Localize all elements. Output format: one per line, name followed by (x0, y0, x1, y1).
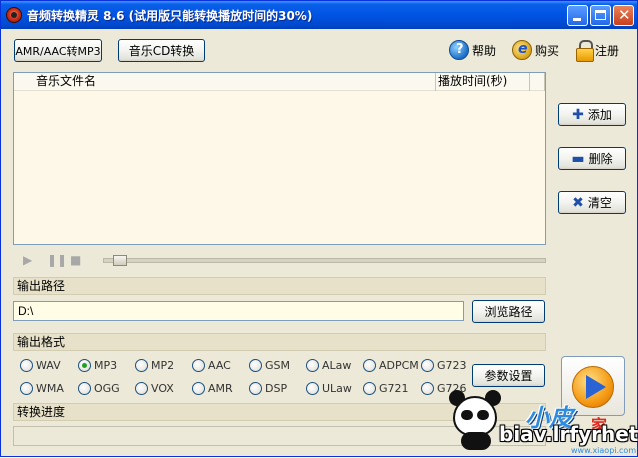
format-radio-wav[interactable]: WAV (20, 357, 61, 373)
format-radio-alaw[interactable]: ALaw (306, 357, 351, 373)
window-title: 音频转换精灵 8.6 (试用版只能转换播放时间的30%) (27, 9, 313, 23)
radio-circle (249, 358, 262, 372)
clear-button[interactable]: ✖ 清空 (558, 191, 626, 214)
radio-circle (20, 381, 33, 395)
radio-circle (192, 381, 205, 395)
output-path-field[interactable] (13, 301, 464, 321)
radio-circle (249, 381, 262, 395)
format-label: VOX (151, 381, 174, 395)
cd-convert-button[interactable]: 音乐CD转换 (118, 39, 205, 62)
output-path-header: 输出路径 (13, 277, 546, 295)
format-label: G721 (379, 381, 409, 395)
add-button[interactable]: ✚ 添加 (558, 103, 626, 126)
column-header-duration[interactable]: 播放时间(秒) (436, 73, 530, 91)
column-header-filler (530, 73, 545, 91)
close-icon: ✕ (618, 6, 631, 24)
file-list[interactable]: 音乐文件名 播放时间(秒) (13, 72, 546, 245)
add-label: 添加 (587, 108, 612, 122)
stop-icon[interactable]: ■ (70, 253, 81, 267)
list-header: 音乐文件名 播放时间(秒) (14, 73, 545, 91)
format-label: ULaw (322, 381, 352, 395)
radio-circle (363, 381, 376, 395)
delete-label: 删除 (588, 152, 613, 166)
format-label: WMA (36, 381, 64, 395)
format-label: MP3 (94, 358, 118, 372)
panda-mascot-icon (447, 386, 505, 450)
format-label: MP2 (151, 358, 175, 372)
format-radio-aac[interactable]: AAC (192, 357, 231, 373)
minus-icon: ▬ (571, 150, 585, 167)
format-radio-amr[interactable]: AMR (192, 380, 233, 396)
help-icon (449, 40, 469, 60)
browse-path-button[interactable]: 浏览路径 (472, 300, 545, 323)
radio-circle (20, 358, 33, 372)
lock-icon (576, 40, 594, 62)
format-radio-vox[interactable]: VOX (135, 380, 174, 396)
app-icon (6, 7, 22, 23)
delete-button[interactable]: ▬ 删除 (558, 147, 626, 170)
format-label: ADPCM (379, 358, 419, 372)
output-format-header: 输出格式 (13, 333, 546, 351)
seek-track[interactable] (103, 258, 546, 263)
column-header-filename[interactable]: 音乐文件名 (14, 73, 436, 91)
format-radio-adpcm[interactable]: ADPCM (363, 357, 419, 373)
minimize-button[interactable] (567, 5, 588, 26)
radio-circle (78, 381, 91, 395)
format-label: ALaw (322, 358, 352, 372)
plus-icon: ✚ (572, 106, 584, 123)
format-label: GSM (265, 358, 290, 372)
clear-label: 清空 (587, 196, 612, 210)
app-window: 音频转换精灵 8.6 (试用版只能转换播放时间的30%) ✕ AMR/AAC转M… (0, 0, 638, 457)
register-label: 注册 (595, 43, 620, 58)
format-radio-mp2[interactable]: MP2 (135, 357, 174, 373)
title-bar[interactable]: 音频转换精灵 8.6 (试用版只能转换播放时间的30%) ✕ (1, 1, 637, 29)
parameter-settings-button[interactable]: 参数设置 (472, 364, 545, 387)
x-icon: ✖ (572, 194, 584, 211)
pause-icon[interactable]: ❚❚ (47, 253, 67, 267)
format-radio-g723[interactable]: G723 (421, 357, 467, 373)
player-bar: ▶ ❚❚ ■ (13, 249, 546, 271)
format-radio-g721[interactable]: G721 (363, 380, 409, 396)
amr-to-mp3-button[interactable]: AMR/AAC转MP3 (14, 39, 102, 62)
watermark-url: www.xiaopi.com (571, 446, 637, 455)
help-label: 帮助 (472, 43, 497, 58)
format-radio-ulaw[interactable]: ULaw (306, 380, 352, 396)
radio-circle-selected (78, 358, 91, 372)
radio-circle (135, 381, 148, 395)
minimize-icon (573, 18, 581, 21)
format-radio-ogg[interactable]: OGG (78, 380, 120, 396)
maximize-button[interactable] (590, 5, 611, 26)
buy-label: 购买 (535, 43, 560, 58)
play-icon[interactable]: ▶ (23, 253, 32, 267)
format-label: OGG (94, 381, 120, 395)
format-label: AMR (208, 381, 233, 395)
format-label: AAC (208, 358, 231, 372)
radio-circle (192, 358, 205, 372)
format-radio-wma[interactable]: WMA (20, 380, 64, 396)
format-label: DSP (265, 381, 288, 395)
watermark: 小皮 家 biav.lrfyrhet www.xiaopi.com (441, 386, 638, 458)
format-radio-dsp[interactable]: DSP (249, 380, 287, 396)
close-button[interactable]: ✕ (613, 5, 634, 26)
ie-icon (512, 40, 532, 60)
radio-circle (135, 358, 148, 372)
format-radio-mp3[interactable]: MP3 (78, 357, 117, 373)
radio-circle (421, 381, 434, 395)
register-link[interactable]: 注册 (576, 39, 620, 62)
help-link[interactable]: 帮助 (449, 39, 496, 61)
format-label: G723 (437, 358, 467, 372)
radio-circle (421, 358, 434, 372)
format-label: WAV (36, 358, 61, 372)
format-radio-gsm[interactable]: GSM (249, 357, 290, 373)
radio-circle (306, 358, 319, 372)
watermark-site: biav.lrfyrhet (499, 422, 638, 446)
seek-thumb[interactable] (113, 255, 127, 266)
radio-circle (306, 381, 319, 395)
maximize-icon (595, 10, 606, 20)
buy-link[interactable]: 购买 (512, 39, 559, 61)
radio-circle (363, 358, 376, 372)
